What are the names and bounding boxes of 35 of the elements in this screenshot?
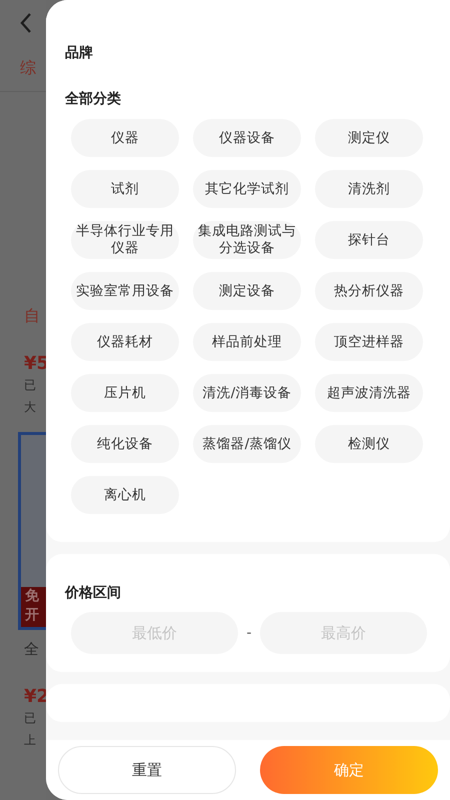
category-title: 全部分类 <box>65 90 121 108</box>
category-chip[interactable]: 离心机 <box>71 476 179 514</box>
category-chip[interactable]: 超声波清洗器 <box>315 374 423 412</box>
category-chip[interactable]: 蒸馏器/蒸馏仪 <box>193 425 301 463</box>
category-chip[interactable]: 半导体行业专用仪器 <box>71 221 179 259</box>
category-chip[interactable]: 仪器设备 <box>193 119 301 157</box>
price-title: 价格区间 <box>65 584 121 602</box>
location-text: 上 <box>23 732 37 749</box>
back-icon[interactable] <box>20 13 31 33</box>
category-chip[interactable]: 实验室常用设备 <box>71 272 179 310</box>
category-chip[interactable]: 仪器耗材 <box>71 323 179 361</box>
picture: 免 开 <box>18 432 46 630</box>
sold-text: 已 <box>23 710 37 727</box>
category-chip[interactable]: 检测仪 <box>315 425 423 463</box>
sold-text: 已 <box>23 377 37 394</box>
category-chip[interactable]: 测定设备 <box>193 272 301 310</box>
category-chip[interactable]: 热分析仪器 <box>315 272 423 310</box>
reset-button[interactable]: 重置 <box>58 746 236 794</box>
category-chip[interactable]: 样品前处理 <box>193 323 301 361</box>
category-chip[interactable]: 集成电路测试与分选设备 <box>193 221 301 259</box>
category-chip[interactable]: 测定仪 <box>315 119 423 157</box>
product-title: 全 <box>23 639 40 660</box>
category-chip[interactable]: 探针台 <box>315 221 423 259</box>
range-separator: - <box>245 625 253 641</box>
category-chip[interactable]: 仪器 <box>71 119 179 157</box>
category-chip[interactable]: 清洗剂 <box>315 170 423 208</box>
category-chip[interactable]: 顶空进样器 <box>315 323 423 361</box>
brand-title: 品牌 <box>65 44 93 62</box>
section-label: 自 <box>24 306 41 327</box>
location-text: 大 <box>23 399 37 416</box>
category-chip[interactable]: 纯化设备 <box>71 425 179 463</box>
category-chip[interactable]: 试剂 <box>71 170 179 208</box>
category-chip[interactable]: 压片机 <box>71 374 179 412</box>
category-chip[interactable]: 清洗/消毒设备 <box>193 374 301 412</box>
category-chip[interactable]: 其它化学试剂 <box>193 170 301 208</box>
